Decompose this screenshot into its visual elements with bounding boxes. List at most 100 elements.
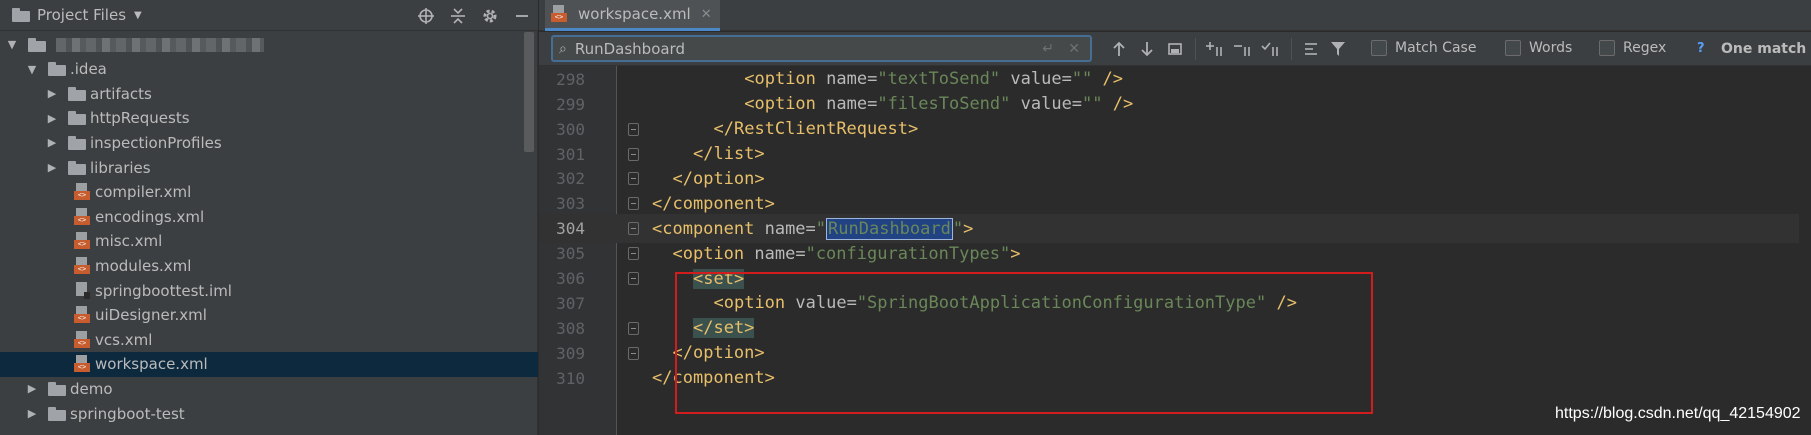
code-text: </list> [693,144,765,164]
line-number: 300 [556,119,585,139]
xml-file-icon: <> [74,207,90,226]
fold-marker-icon[interactable] [628,147,639,161]
xml-attribute-value: "configurationTypes" [805,243,1011,264]
xml-tag-open: <option [672,243,745,264]
xml-tag-open: <component [652,218,755,239]
tree-item-label: libraries [90,158,151,177]
tree-item[interactable]: <> uiDesigner.xml [0,303,538,328]
folder-icon [68,160,86,175]
find-bar: ⌕ ↵ ✕ Match Case Words Regex ? One matc [539,32,1811,66]
fold-marker-icon[interactable] [628,247,639,261]
search-icon[interactable]: ⌕ [559,41,567,57]
chevron-right-icon[interactable]: ▶ [26,407,38,420]
tree-item[interactable]: <> vcs.xml [0,327,538,352]
tree-item[interactable]: ▼ [0,32,538,57]
fold-marker-icon[interactable] [628,222,639,236]
new-line-icon[interactable]: ↵ [1042,41,1054,57]
line-number: 310 [556,368,585,388]
chevron-down-icon[interactable]: ▼ [26,63,38,76]
minimize-icon[interactable] [506,0,538,31]
chevron-right-icon[interactable]: ▶ [46,161,58,174]
select-all-icon[interactable] [1259,38,1283,60]
gear-icon[interactable] [474,0,506,31]
xml-tag-close: > [963,218,974,239]
tree-item[interactable]: <> encodings.xml [0,204,538,229]
tree-item-label: demo [70,379,113,398]
line-number: 308 [556,318,585,338]
fold-marker-icon[interactable] [628,172,639,186]
xml-attribute-value: "filesToSend" [877,94,1011,115]
match-case-checkbox[interactable]: Match Case [1371,40,1476,56]
regex-checkbox[interactable]: Regex [1599,40,1666,56]
tree-item[interactable]: ▶ springboot-test [0,401,538,426]
fold-marker-icon[interactable] [628,122,639,136]
regex-help-link[interactable]: ? [1697,41,1705,56]
filter-lines-icon[interactable] [1299,38,1323,60]
tree-item[interactable]: <> workspace.xml [0,351,538,377]
checkbox-box [1371,40,1387,56]
tree-item-label: encodings.xml [95,207,205,226]
project-panel-header: Project Files ▼ [0,0,538,31]
tree-item[interactable]: <> misc.xml [0,229,538,254]
tree-item[interactable]: <> compiler.xml [0,180,538,205]
tree-scrollbar[interactable] [524,32,534,152]
xml-file-icon: <> [74,306,90,324]
folder-icon [48,406,66,421]
chevron-right-icon[interactable]: ▶ [46,87,58,100]
chevron-right-icon[interactable]: ▶ [26,382,38,395]
xml-attribute-value: "" [1071,69,1093,90]
select-all-occurrences-button[interactable] [1163,38,1187,60]
match-case-label: Match Case [1395,40,1477,56]
fold-marker-icon[interactable] [628,346,639,360]
tab-workspace-xml[interactable]: <> workspace.xml ✕ [545,0,720,31]
chevron-right-icon[interactable]: ▶ [46,136,58,149]
next-occurrence-button[interactable] [1135,38,1159,60]
remove-occurrence-icon[interactable] [1231,38,1255,60]
xml-file-icon: <> [74,183,90,201]
close-icon[interactable]: ✕ [701,7,712,22]
xml-attribute: name= [754,218,816,239]
chevron-down-icon[interactable]: ▼ [6,38,18,51]
tree-item[interactable]: springboottest.iml [0,278,538,303]
line-number: 302 [556,169,585,189]
fold-marker-icon[interactable] [628,197,639,211]
tree-item[interactable]: ▶ httpRequests [0,106,538,131]
xml-tag: </option> [672,168,765,189]
project-view-selector[interactable]: Project Files ▼ [12,6,142,24]
tree-item[interactable]: ▼ .idea [0,57,538,82]
tree-item-label: springboottest.iml [95,281,232,300]
xml-quote: " [815,218,827,239]
words-checkbox[interactable]: Words [1505,40,1572,56]
filter-icon[interactable] [1327,38,1351,60]
chevron-right-icon[interactable]: ▶ [46,112,58,125]
tree-item-label: workspace.xml [95,355,208,374]
tree-item-label: artifacts [90,84,152,103]
checkbox-box [1505,40,1521,56]
add-occurrence-icon[interactable] [1203,38,1227,60]
tree-item[interactable]: ▶ inspectionProfiles [0,130,538,155]
tree-item-label: inspectionProfiles [90,133,222,152]
xml-tag: </component> [652,193,775,214]
tree-item-label: compiler.xml [95,183,192,202]
tree-item[interactable]: ▶ libraries [0,155,538,180]
search-match-highlight: RunDashboard [826,217,953,240]
code-text: <component name=" RunDashboard "> [652,217,974,240]
chevron-down-icon: ▼ [134,9,142,21]
tree-item[interactable]: <> modules.xml [0,253,538,278]
collapse-icon[interactable] [442,0,474,31]
previous-occurrence-button[interactable] [1107,38,1131,60]
xml-attribute: name= [815,94,878,115]
tree-item[interactable]: ▶ artifacts [0,81,538,106]
fold-marker-icon[interactable] [628,272,639,286]
xml-attribute: name= [815,69,878,90]
line-number: 299 [556,94,585,114]
tree-item[interactable]: ▶ demo [0,376,538,401]
clear-icon[interactable]: ✕ [1068,41,1080,57]
search-input[interactable] [574,39,1015,58]
fold-marker-icon[interactable] [628,321,639,335]
xml-file-icon: <> [74,355,90,373]
line-number: 304 [556,219,585,239]
code-text: </RestClientRequest> [714,119,919,139]
crosshair-icon[interactable] [410,0,442,31]
folder-icon [48,62,66,77]
